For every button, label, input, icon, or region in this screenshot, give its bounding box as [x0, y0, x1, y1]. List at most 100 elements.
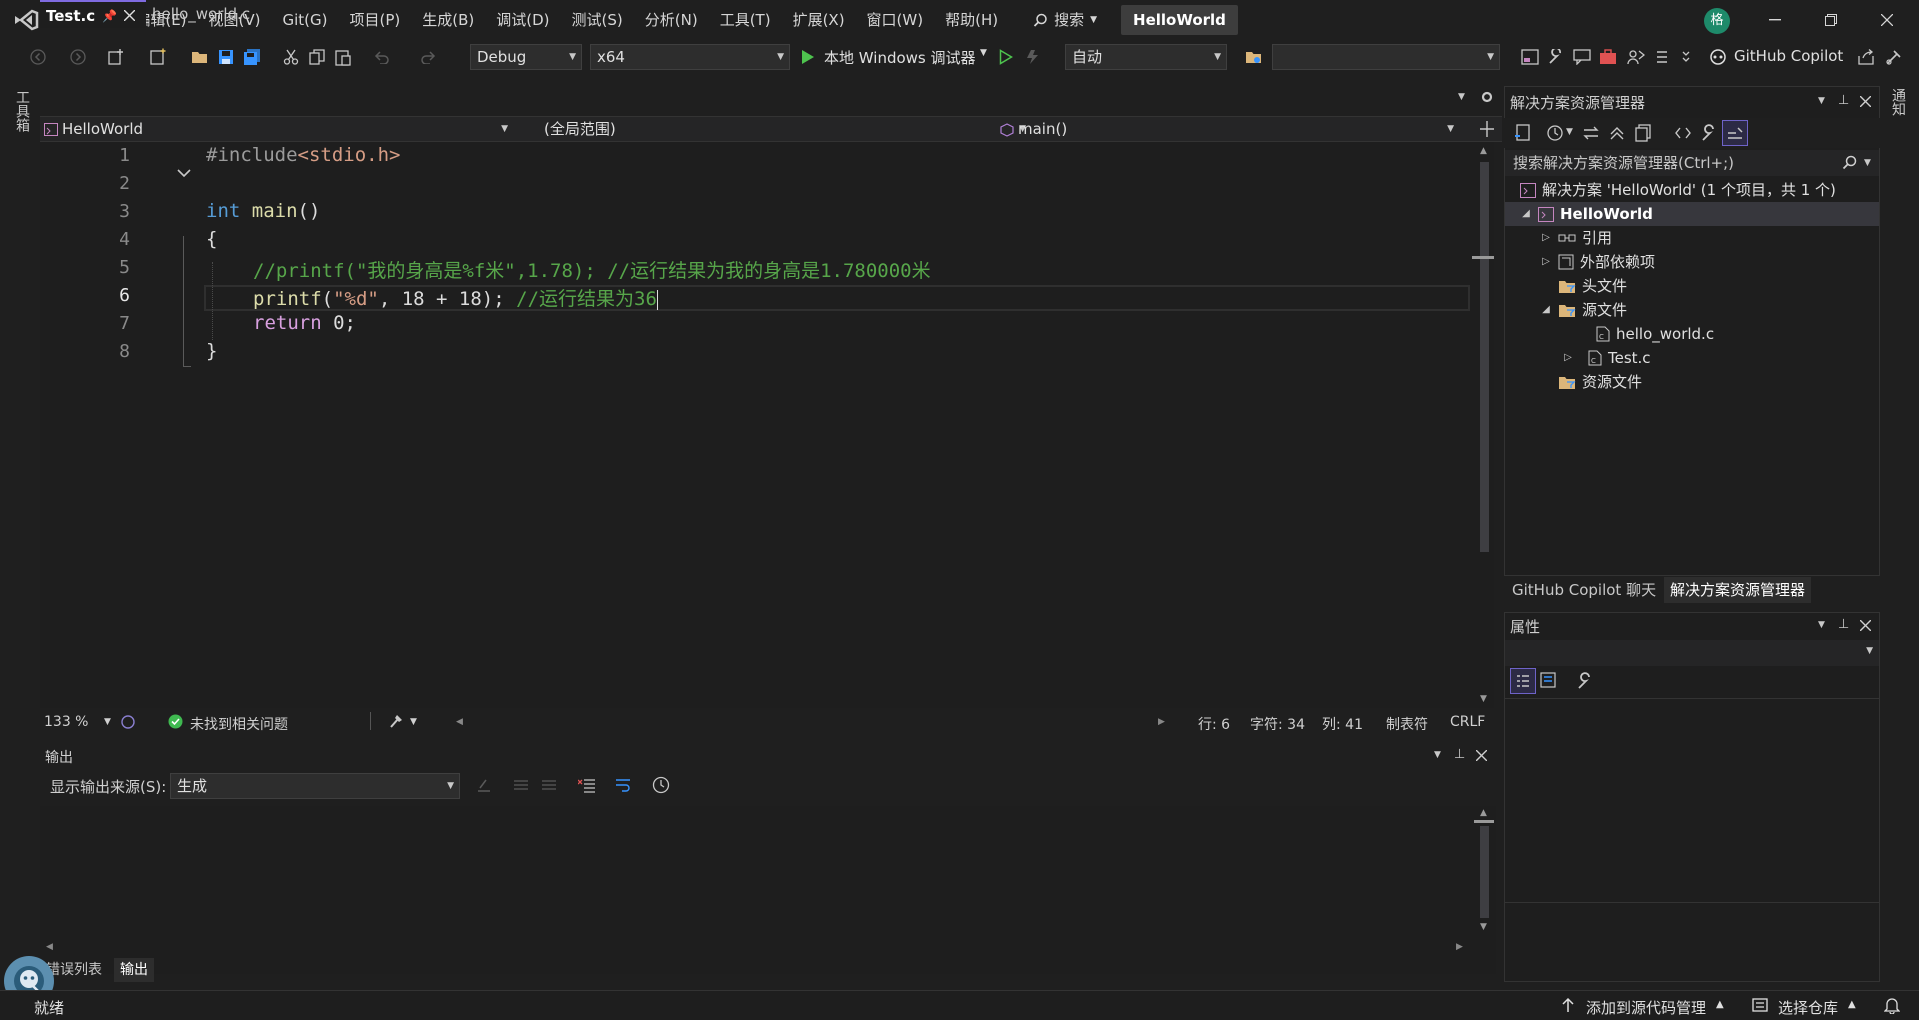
open-folder-icon[interactable] — [190, 47, 210, 67]
overflow-icon[interactable] — [1676, 47, 1696, 67]
platform-select[interactable]: x64 ▼ — [590, 44, 790, 70]
word-wrap-icon[interactable] — [614, 777, 632, 793]
output-source-select[interactable]: 生成 ▼ — [170, 773, 460, 799]
settings-list-icon[interactable] — [1652, 47, 1672, 67]
chevron-down-icon[interactable]: ▼ — [1566, 127, 1573, 137]
startup-item-select[interactable]: ▼ — [1272, 44, 1500, 70]
close-icon[interactable] — [1860, 620, 1871, 631]
collapse-chevron-icon[interactable] — [176, 168, 192, 178]
close-tab-icon[interactable] — [124, 10, 135, 21]
start-debug-icon[interactable] — [798, 47, 818, 67]
window-layout-icon[interactable] — [1520, 47, 1540, 67]
scroll-up-icon[interactable]: ▲ — [1480, 808, 1487, 818]
collapsed-triangle-icon[interactable]: ▷ — [1562, 346, 1574, 370]
tab-copilot-chat[interactable]: GitHub Copilot 聊天 — [1506, 577, 1662, 603]
tab-solution-explorer[interactable]: 解决方案资源管理器 — [1664, 577, 1812, 603]
start-without-debug-icon[interactable] — [996, 47, 1016, 67]
minimize-button[interactable] — [1747, 0, 1803, 40]
code-editor[interactable] — [40, 142, 1476, 708]
chevron-down-icon[interactable]: ▼ — [1434, 750, 1441, 760]
tab-overflow-icon[interactable]: ▼ — [1458, 92, 1465, 102]
chevron-down-icon[interactable]: ▼ — [1818, 96, 1825, 106]
line-ending[interactable]: CRLF — [1450, 714, 1485, 730]
chevron-down-icon[interactable]: ▼ — [104, 717, 111, 727]
avatar[interactable]: 格 — [1704, 8, 1730, 34]
menu-help[interactable]: 帮助(H) — [934, 0, 1009, 40]
scroll-down-icon[interactable]: ▼ — [1480, 922, 1487, 932]
chevron-down-icon[interactable]: ▼ — [1818, 620, 1825, 630]
startup-item-icon[interactable] — [1244, 47, 1264, 67]
pin-icon[interactable]: 📌 — [102, 2, 117, 30]
close-window-button[interactable] — [1859, 0, 1915, 40]
copilot-icon[interactable] — [1708, 47, 1728, 67]
show-all-files-icon[interactable] — [1634, 124, 1652, 142]
alphabetical-view-icon[interactable] — [1540, 672, 1560, 690]
copilot-button[interactable]: GitHub Copilot — [1734, 47, 1843, 65]
expanded-triangle-icon[interactable]: ◢ — [1520, 202, 1532, 226]
menu-analyze[interactable]: 分析(N) — [634, 0, 709, 40]
chevron-down-icon[interactable]: ▼ — [410, 717, 417, 727]
tree-node-solution[interactable]: 解决方案 'HelloWorld' (1 个项目，共 1 个) — [1520, 178, 1836, 202]
scroll-right-icon[interactable]: ▶ — [1456, 942, 1463, 952]
toolbox-icon[interactable] — [1598, 47, 1618, 67]
sync-active-doc-icon[interactable] — [1514, 124, 1532, 142]
preview-selected-icon[interactable] — [1722, 120, 1748, 146]
tree-node-sources[interactable]: ◢ 源文件 — [1540, 298, 1627, 322]
save-all-icon[interactable] — [242, 47, 262, 67]
tree-node-hello-world-c[interactable]: C hello_world.c — [1596, 322, 1714, 346]
new-project-icon[interactable] — [106, 47, 126, 67]
pin-icon[interactable]: ⊥ — [1838, 617, 1849, 632]
scroll-down-icon[interactable]: ▼ — [1480, 694, 1487, 704]
menu-build[interactable]: 生成(B) — [411, 0, 485, 40]
issues-status[interactable]: 未找到相关问题 — [190, 714, 288, 734]
char-indicator[interactable]: 字符: 34 — [1250, 714, 1305, 734]
live-share-icon[interactable] — [1626, 47, 1646, 67]
menu-extensions[interactable]: 扩展(X) — [782, 0, 856, 40]
editor-scrollbar-thumb[interactable] — [1480, 162, 1489, 552]
chevron-up-icon[interactable]: ▲ — [1716, 999, 1724, 1010]
tab-hello-world-c[interactable]: hello_world.c — [146, 0, 296, 28]
chevron-down-icon[interactable]: ▼ — [980, 48, 987, 58]
close-icon[interactable] — [1476, 750, 1487, 761]
zoom-level[interactable]: 133 % — [44, 714, 88, 730]
menu-project[interactable]: 项目(P) — [339, 0, 412, 40]
comment-icon[interactable] — [1572, 47, 1592, 67]
auto-select[interactable]: 自动 ▼ — [1065, 44, 1227, 70]
tree-node-project[interactable]: ◢ HelloWorld — [1520, 202, 1653, 226]
notifications-tab[interactable]: 通知 — [1888, 88, 1908, 116]
feedback-icon[interactable] — [1884, 47, 1904, 67]
menu-tools[interactable]: 工具(T) — [709, 0, 782, 40]
scroll-left-icon[interactable]: ◀ — [46, 942, 53, 952]
collapsed-triangle-icon[interactable]: ▷ — [1540, 250, 1552, 274]
copy-icon[interactable] — [307, 47, 327, 67]
project-nav-select[interactable]: HelloWorld ▼ — [44, 117, 514, 141]
select-repo-button[interactable]: 选择仓库 — [1778, 997, 1838, 1018]
split-editor-icon[interactable] — [1480, 121, 1494, 137]
add-source-control-button[interactable]: 添加到源代码管理 — [1586, 997, 1706, 1018]
cut-icon[interactable] — [281, 47, 301, 67]
properties-object-select[interactable]: ▼ — [1505, 640, 1879, 666]
close-icon[interactable] — [1860, 96, 1871, 107]
output-scrollbar-thumb[interactable] — [1480, 826, 1489, 918]
menu-debug[interactable]: 调试(D) — [485, 0, 560, 40]
wrench-icon[interactable] — [1546, 47, 1566, 67]
output-text-area[interactable] — [40, 806, 1496, 974]
copilot-status-icon[interactable] — [120, 714, 136, 730]
prev-message-icon[interactable] — [512, 777, 530, 793]
sync-icon[interactable] — [1582, 124, 1600, 142]
scroll-left-icon[interactable]: ◀ — [456, 717, 463, 727]
tree-node-resources[interactable]: 资源文件 — [1558, 370, 1642, 394]
save-icon[interactable] — [216, 47, 236, 67]
next-message-icon[interactable] — [540, 777, 558, 793]
solution-search-input[interactable]: 搜索解决方案资源管理器(Ctrl+;) — [1505, 150, 1879, 176]
member-nav-select[interactable]: main() ▼ — [1000, 117, 1460, 141]
collapsed-triangle-icon[interactable]: ▷ — [1540, 226, 1552, 250]
pin-icon[interactable]: ⊥ — [1838, 93, 1849, 108]
indent-mode[interactable]: 制表符 — [1386, 714, 1428, 734]
find-message-icon[interactable] — [476, 777, 492, 793]
tree-node-external-deps[interactable]: ▷ 外部依赖项 — [1540, 250, 1655, 274]
chevron-down-icon[interactable]: ▼ — [1864, 158, 1871, 168]
line-indicator[interactable]: 行: 6 — [1198, 714, 1230, 734]
clock-icon[interactable] — [652, 776, 670, 794]
tree-node-references[interactable]: ▷ 引用 — [1540, 226, 1612, 250]
